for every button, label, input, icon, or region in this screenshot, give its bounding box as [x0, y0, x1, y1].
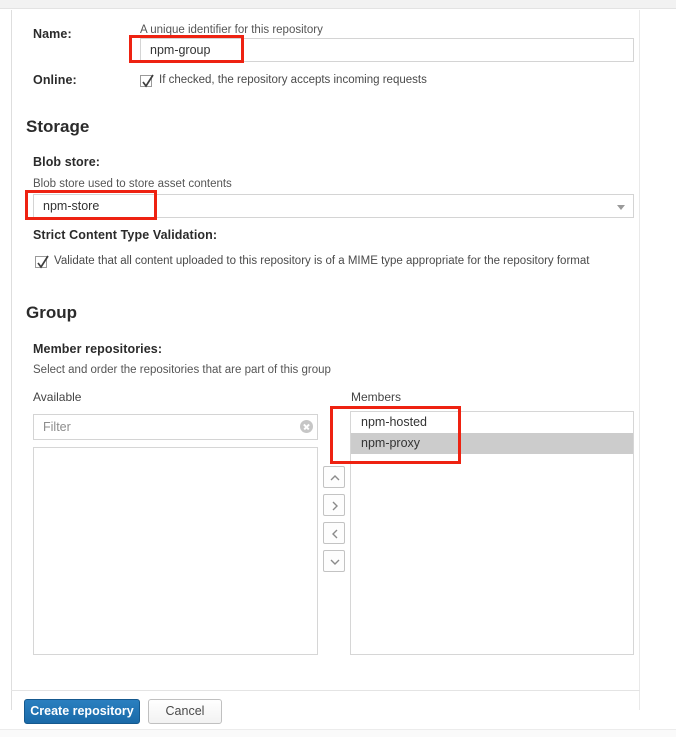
panel-bottom-divider [11, 690, 640, 691]
window-top-strip [0, 0, 676, 9]
clear-filter-icon[interactable] [300, 420, 313, 433]
member-repositories-label: Member repositories: [33, 342, 163, 356]
strict-validation-label: Strict Content Type Validation: [33, 228, 218, 242]
blob-store-selected-value: npm-store [43, 199, 100, 213]
blob-store-hint: Blob store used to store asset contents [33, 178, 232, 190]
move-down-button[interactable] [323, 550, 345, 572]
available-filter-input[interactable] [33, 414, 318, 440]
move-up-button[interactable] [323, 466, 345, 488]
remove-from-members-button[interactable] [323, 522, 345, 544]
list-item[interactable]: npm-hosted [351, 412, 633, 433]
create-repository-button[interactable]: Create repository [24, 699, 140, 724]
blob-store-select[interactable]: npm-store [33, 194, 634, 218]
name-field-hint: A unique identifier for this repository [140, 24, 323, 36]
members-repositories-listbox[interactable]: npm-hosted npm-proxy [350, 411, 634, 655]
name-input[interactable] [140, 38, 634, 62]
group-section-title: Group [26, 303, 77, 322]
checkmark-icon [37, 255, 49, 269]
strict-validation-checkbox-label: Validate that all content uploaded to th… [54, 255, 590, 267]
chevron-down-icon[interactable] [617, 205, 625, 210]
name-field-label: Name: [33, 27, 72, 41]
chevron-left-icon [332, 529, 338, 539]
list-item[interactable]: npm-proxy [351, 433, 633, 454]
member-repositories-hint: Select and order the repositories that a… [33, 364, 331, 376]
online-checkbox-label: If checked, the repository accepts incom… [159, 74, 427, 86]
window-bottom-strip [0, 729, 676, 737]
chevron-right-icon [332, 501, 338, 511]
available-repositories-listbox[interactable] [33, 447, 318, 655]
chevron-down-icon [330, 559, 340, 565]
storage-section-title: Storage [26, 117, 90, 136]
cancel-button[interactable]: Cancel [148, 699, 222, 724]
add-to-members-button[interactable] [323, 494, 345, 516]
available-column-header: Available [33, 390, 82, 404]
online-field-label: Online: [33, 73, 77, 87]
repository-create-form-page: Name: A unique identifier for this repos… [0, 0, 676, 737]
members-column-header: Members [351, 390, 402, 404]
checkmark-icon [142, 74, 154, 88]
online-checkbox[interactable] [140, 74, 154, 88]
blob-store-label: Blob store: [33, 155, 101, 169]
chevron-up-icon [330, 475, 340, 481]
strict-validation-checkbox[interactable] [35, 255, 49, 269]
